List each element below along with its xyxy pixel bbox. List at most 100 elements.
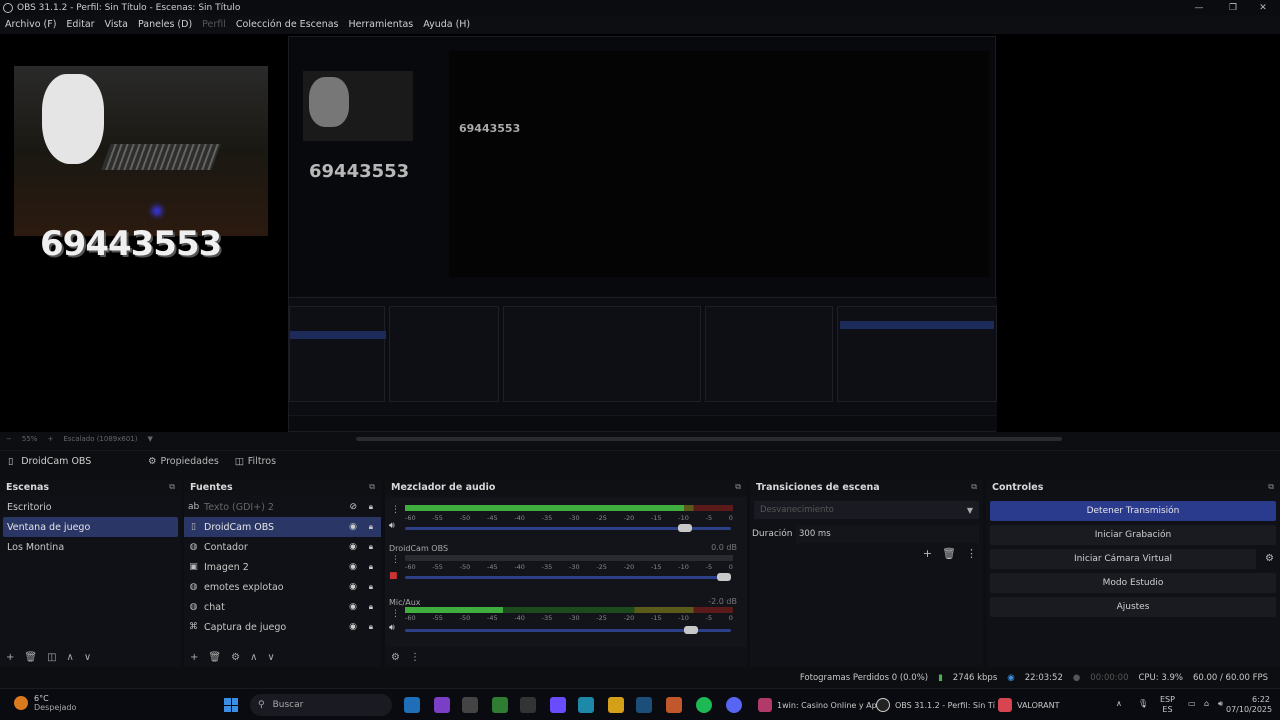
horizontal-scrollbar[interactable] xyxy=(356,437,1062,441)
arrow-down-icon[interactable]: ∨ xyxy=(267,652,274,663)
clock[interactable]: 6:22 07/10/2025 xyxy=(1226,695,1272,715)
folder-icon[interactable] xyxy=(608,697,624,713)
steam-icon[interactable] xyxy=(636,697,652,713)
add-icon[interactable]: + xyxy=(190,652,198,663)
gear-icon[interactable]: ⚙ xyxy=(231,652,240,663)
eye-icon[interactable]: ◉ xyxy=(349,602,357,612)
eye-icon[interactable]: ◉ xyxy=(349,622,357,632)
duration-input[interactable]: 300 ms xyxy=(796,525,979,543)
spotify-icon[interactable] xyxy=(696,697,712,713)
discord-icon[interactable] xyxy=(726,697,742,713)
menu-profile[interactable]: Perfil xyxy=(202,19,226,30)
app-icon[interactable] xyxy=(434,697,450,713)
volume-icon[interactable]: 🔊︎ xyxy=(389,521,395,531)
stop-stream-button[interactable]: Detener Transmisión xyxy=(990,501,1276,521)
eye-icon[interactable]: ◉ xyxy=(349,542,357,552)
source-item-selected[interactable]: ▯ DroidCam OBS ◉ 🔒︎ xyxy=(184,517,381,537)
properties-button[interactable]: ⚙ Propiedades xyxy=(140,456,227,467)
more-icon[interactable]: ⋮ xyxy=(391,609,400,619)
more-icon[interactable]: ⋮ xyxy=(966,547,977,560)
source-item[interactable]: ab Texto (GDI+) 2 ⊘ 🔒︎ xyxy=(184,497,381,517)
lock-icon[interactable]: 🔒︎ xyxy=(369,582,373,592)
source-item[interactable]: ▣ Imagen 2 ◉ 🔒︎ xyxy=(184,557,381,577)
volume-knob[interactable] xyxy=(677,524,692,532)
taskbar-search[interactable]: ⚲ Buscar xyxy=(250,694,392,716)
eye-icon[interactable]: ◉ xyxy=(349,522,357,532)
source-item[interactable]: ◍ emotes explotao ◉ 🔒︎ xyxy=(184,577,381,597)
volume-icon[interactable]: 🔊︎ xyxy=(389,623,395,633)
start-recording-button[interactable]: Iniciar Grabación xyxy=(990,525,1276,545)
close-button[interactable]: ✕ xyxy=(1246,0,1280,15)
volume-knob[interactable] xyxy=(717,573,731,581)
gear-icon[interactable]: ⚙ xyxy=(1265,553,1274,564)
lock-icon[interactable]: 🔒︎ xyxy=(369,622,373,632)
lock-icon[interactable]: 🔒︎ xyxy=(369,542,373,552)
dock-float-icon[interactable]: ⧉ xyxy=(169,482,175,492)
app-icon[interactable] xyxy=(492,697,508,713)
arrow-up-icon[interactable]: ∧ xyxy=(67,652,74,663)
scene-item[interactable]: Escritorio xyxy=(0,497,181,517)
dock-float-icon[interactable]: ⧉ xyxy=(369,482,375,492)
volume-icon[interactable]: 🔊︎ xyxy=(1218,699,1223,709)
more-icon[interactable]: ⋮ xyxy=(391,505,400,515)
menu-scene-collection[interactable]: Colección de Escenas xyxy=(236,19,339,30)
volume-slider[interactable] xyxy=(405,524,731,532)
lock-icon[interactable]: 🔒︎ xyxy=(369,562,373,572)
menu-view[interactable]: Vista xyxy=(105,19,128,30)
maximize-button[interactable]: ❐ xyxy=(1216,0,1250,15)
menu-file[interactable]: Archivo (F) xyxy=(5,19,56,30)
app-icon[interactable] xyxy=(404,697,420,713)
weather-widget[interactable]: 6°C Despejado xyxy=(14,694,76,712)
dock-float-icon[interactable]: ⧉ xyxy=(971,482,977,492)
eye-icon[interactable]: ◉ xyxy=(349,582,357,592)
mute-icon[interactable]: ■ xyxy=(389,571,398,581)
add-icon[interactable]: + xyxy=(923,547,932,560)
lock-icon[interactable]: 🔒︎ xyxy=(369,602,373,612)
virtual-camera-button[interactable]: Iniciar Cámara Virtual xyxy=(990,549,1256,569)
filter-icon[interactable]: ◫ xyxy=(47,652,56,663)
trash-icon[interactable]: 🗑 xyxy=(24,652,37,663)
arrow-up-icon[interactable]: ∧ xyxy=(250,652,257,663)
scene-item[interactable]: Los Montina xyxy=(0,537,181,557)
app-icon[interactable] xyxy=(520,697,536,713)
edge-icon[interactable] xyxy=(578,697,594,713)
volume-slider[interactable] xyxy=(405,573,731,581)
taskbar-app-valorant[interactable]: VALORANT xyxy=(998,695,1059,715)
chevron-up-icon[interactable]: ∧ xyxy=(1116,699,1122,709)
trash-icon[interactable]: 🗑 xyxy=(208,652,221,663)
source-item[interactable]: ◍ Contador ◉ 🔒︎ xyxy=(184,537,381,557)
lock-icon[interactable]: 🔒︎ xyxy=(369,522,373,532)
arrow-down-icon[interactable]: ∨ xyxy=(84,652,91,663)
windows-start-icon[interactable] xyxy=(224,698,238,712)
add-icon[interactable]: + xyxy=(6,652,14,663)
studio-mode-button[interactable]: Modo Estudio xyxy=(990,573,1276,593)
menu-tools[interactable]: Herramientas xyxy=(349,19,414,30)
menu-docks[interactable]: Paneles (D) xyxy=(138,19,192,30)
source-item[interactable]: ◍ chat ◉ 🔒︎ xyxy=(184,597,381,617)
scene-item-selected[interactable]: Ventana de juego xyxy=(3,517,178,537)
more-icon[interactable]: ⋮ xyxy=(391,555,400,565)
app-icon[interactable] xyxy=(550,697,566,713)
app-icon[interactable] xyxy=(666,697,682,713)
transition-select[interactable]: Desvanecimiento ▼ xyxy=(754,501,979,519)
display-icon[interactable]: ▭ xyxy=(1188,699,1196,709)
zoom-in-icon[interactable]: + xyxy=(47,435,53,443)
zoom-out-icon[interactable]: − xyxy=(6,435,12,443)
minimize-button[interactable]: — xyxy=(1182,0,1216,15)
volume-knob[interactable] xyxy=(684,626,699,634)
advanced-audio-icon[interactable]: ⚙ xyxy=(391,652,400,663)
taskbar-app-obs[interactable]: OBS 31.1.2 - Perfil: Sin Tí xyxy=(876,695,995,715)
more-icon[interactable]: ⋮ xyxy=(410,652,420,663)
dock-float-icon[interactable]: ⧉ xyxy=(735,482,741,492)
zoom-dropdown-icon[interactable]: ▼ xyxy=(148,435,153,443)
volume-slider[interactable] xyxy=(405,626,731,634)
eye-icon[interactable]: ◉ xyxy=(349,562,357,572)
taskbar-app[interactable]: 1win: Casino Online y Ap xyxy=(758,695,877,715)
app-icon[interactable] xyxy=(462,697,478,713)
settings-button[interactable]: Ajustes xyxy=(990,597,1276,617)
language-indicator[interactable]: ESP ES xyxy=(1160,695,1175,715)
network-icon[interactable]: ⌂ xyxy=(1204,699,1209,709)
preview-canvas[interactable]: 69443553 69443553 69443553 xyxy=(0,34,1280,432)
menu-help[interactable]: Ayuda (H) xyxy=(423,19,470,30)
trash-icon[interactable]: 🗑 xyxy=(942,547,956,560)
